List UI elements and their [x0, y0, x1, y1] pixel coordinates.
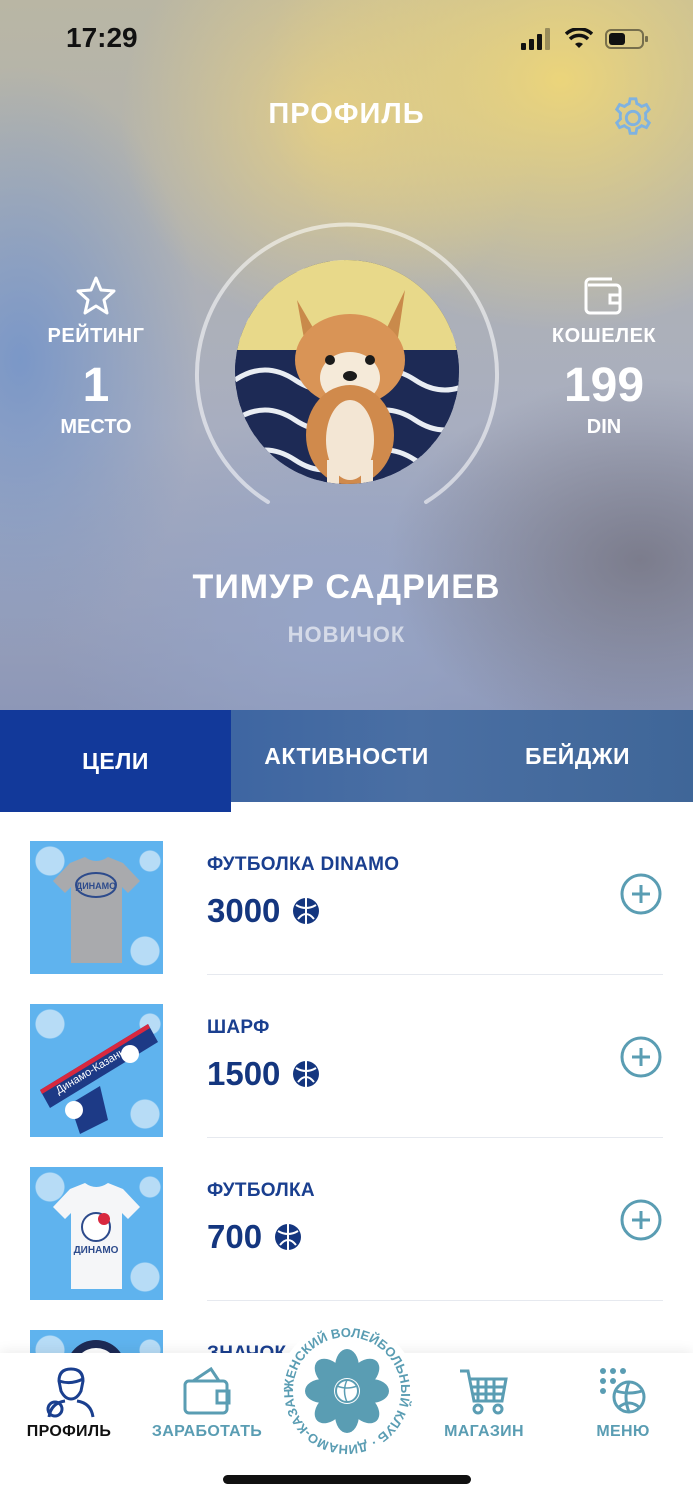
- status-icons: [521, 26, 649, 52]
- tab-badges[interactable]: БЕЙДЖИ: [462, 710, 693, 802]
- svg-text:ДИНАМО: ДИНАМО: [76, 881, 116, 891]
- avatar-photo: [235, 260, 459, 484]
- wallet-block[interactable]: КОШЕЛЕК 199 DIN: [524, 275, 684, 439]
- add-goal-button[interactable]: [620, 1199, 662, 1241]
- list-item[interactable]: ДИНАМО ФУТБОЛКА DINAMO 3000: [0, 812, 693, 975]
- nav-shop-label: МАГАЗИН: [444, 1423, 524, 1440]
- user-volleyball-icon: [46, 1367, 95, 1418]
- rating-unit: МЕСТО: [60, 416, 132, 438]
- list-item[interactable]: ДИНАМО ФУТБОЛКА 700: [0, 1138, 693, 1301]
- item-price: 3000: [207, 892, 320, 930]
- battery-icon: [605, 29, 648, 49]
- svg-text:ДИНАМО: ДИНАМО: [74, 1245, 119, 1256]
- status-time: 17:29: [66, 22, 138, 53]
- profile-header: 17:29 ПРОФИЛЬ РЕЙТИНГ 1 МЕСТО КОШЕЛЕК 19…: [0, 0, 693, 710]
- item-price-value: 1500: [207, 1055, 281, 1092]
- nav-profile[interactable]: ПРОФИЛЬ: [4, 1363, 134, 1441]
- wallet-label: КОШЕЛЕК: [551, 325, 657, 347]
- item-name: ШАРФ: [207, 1017, 270, 1038]
- user-name: ТИМУР САДРИЕВ: [192, 568, 501, 606]
- rating-label: РЕЙТИНГ: [47, 325, 145, 347]
- item-image-scarf: Динамо-Казань: [30, 1004, 163, 1137]
- profile-tabs: ЦЕЛИ АКТИВНОСТИ БЕЙДЖИ: [0, 710, 693, 812]
- volleyball-coin-icon: [293, 898, 320, 924]
- home-indicator[interactable]: [223, 1475, 471, 1484]
- signal-icon: [521, 28, 550, 50]
- page-title: ПРОФИЛЬ: [268, 98, 425, 130]
- menu-volleyball-icon: [600, 1368, 646, 1414]
- nav-earn[interactable]: ЗАРАБОТАТЬ: [142, 1363, 272, 1441]
- tab-activities[interactable]: АКТИВНОСТИ: [231, 710, 462, 802]
- item-image-tshirt: ДИНАМО: [30, 1167, 163, 1300]
- tab-goals[interactable]: ЦЕЛИ: [0, 710, 231, 812]
- wallet-icon: [183, 1366, 231, 1415]
- item-price: 700: [207, 1218, 302, 1256]
- rating-block[interactable]: РЕЙТИНГ 1 МЕСТО: [16, 275, 176, 439]
- avatar[interactable]: [235, 260, 459, 484]
- item-price: 1500: [207, 1055, 320, 1093]
- item-price-value: 3000: [207, 892, 281, 929]
- gear-icon[interactable]: [610, 95, 656, 141]
- user-level: НОВИЧОК: [287, 622, 406, 647]
- item-name: ФУТБОЛКА DINAMO: [207, 854, 400, 875]
- club-logo-icon: ЖЕНСКИЙ ВОЛЕЙБОЛЬНЫЙ КЛУБ · ДИНАМО-КАЗАН…: [273, 1310, 413, 1457]
- nav-earn-label: ЗАРАБОТАТЬ: [151, 1423, 263, 1440]
- cart-icon: [460, 1369, 508, 1415]
- volleyball-coin-icon: [293, 1061, 320, 1087]
- add-goal-button[interactable]: [620, 873, 662, 915]
- star-icon: [76, 276, 116, 315]
- wifi-icon: [565, 28, 593, 48]
- wallet-icon: [584, 277, 622, 315]
- nav-menu[interactable]: МЕНЮ: [558, 1363, 688, 1441]
- rating-value: 1: [82, 359, 110, 412]
- nav-profile-label: ПРОФИЛЬ: [26, 1423, 112, 1440]
- list-item[interactable]: Динамо-Казань ШАРФ 1500: [0, 975, 693, 1138]
- add-goal-button[interactable]: [620, 1036, 662, 1078]
- svg-text:Динамо-Казань: Динамо-Казань: [54, 1046, 128, 1097]
- item-image-tshirt-dinamo: ДИНАМО: [30, 841, 163, 974]
- wallet-value: 199: [563, 359, 645, 412]
- nav-menu-label: МЕНЮ: [596, 1423, 650, 1440]
- item-price-value: 700: [207, 1218, 263, 1255]
- wallet-unit: DIN: [586, 416, 622, 438]
- item-name: ФУТБОЛКА: [207, 1180, 315, 1201]
- club-logo-button[interactable]: ЖЕНСКИЙ ВОЛЕЙБОЛЬНЫЙ КЛУБ · ДИНАМО-КАЗАН…: [273, 1310, 416, 1460]
- volleyball-coin-icon: [275, 1224, 302, 1250]
- nav-shop[interactable]: МАГАЗИН: [419, 1363, 549, 1441]
